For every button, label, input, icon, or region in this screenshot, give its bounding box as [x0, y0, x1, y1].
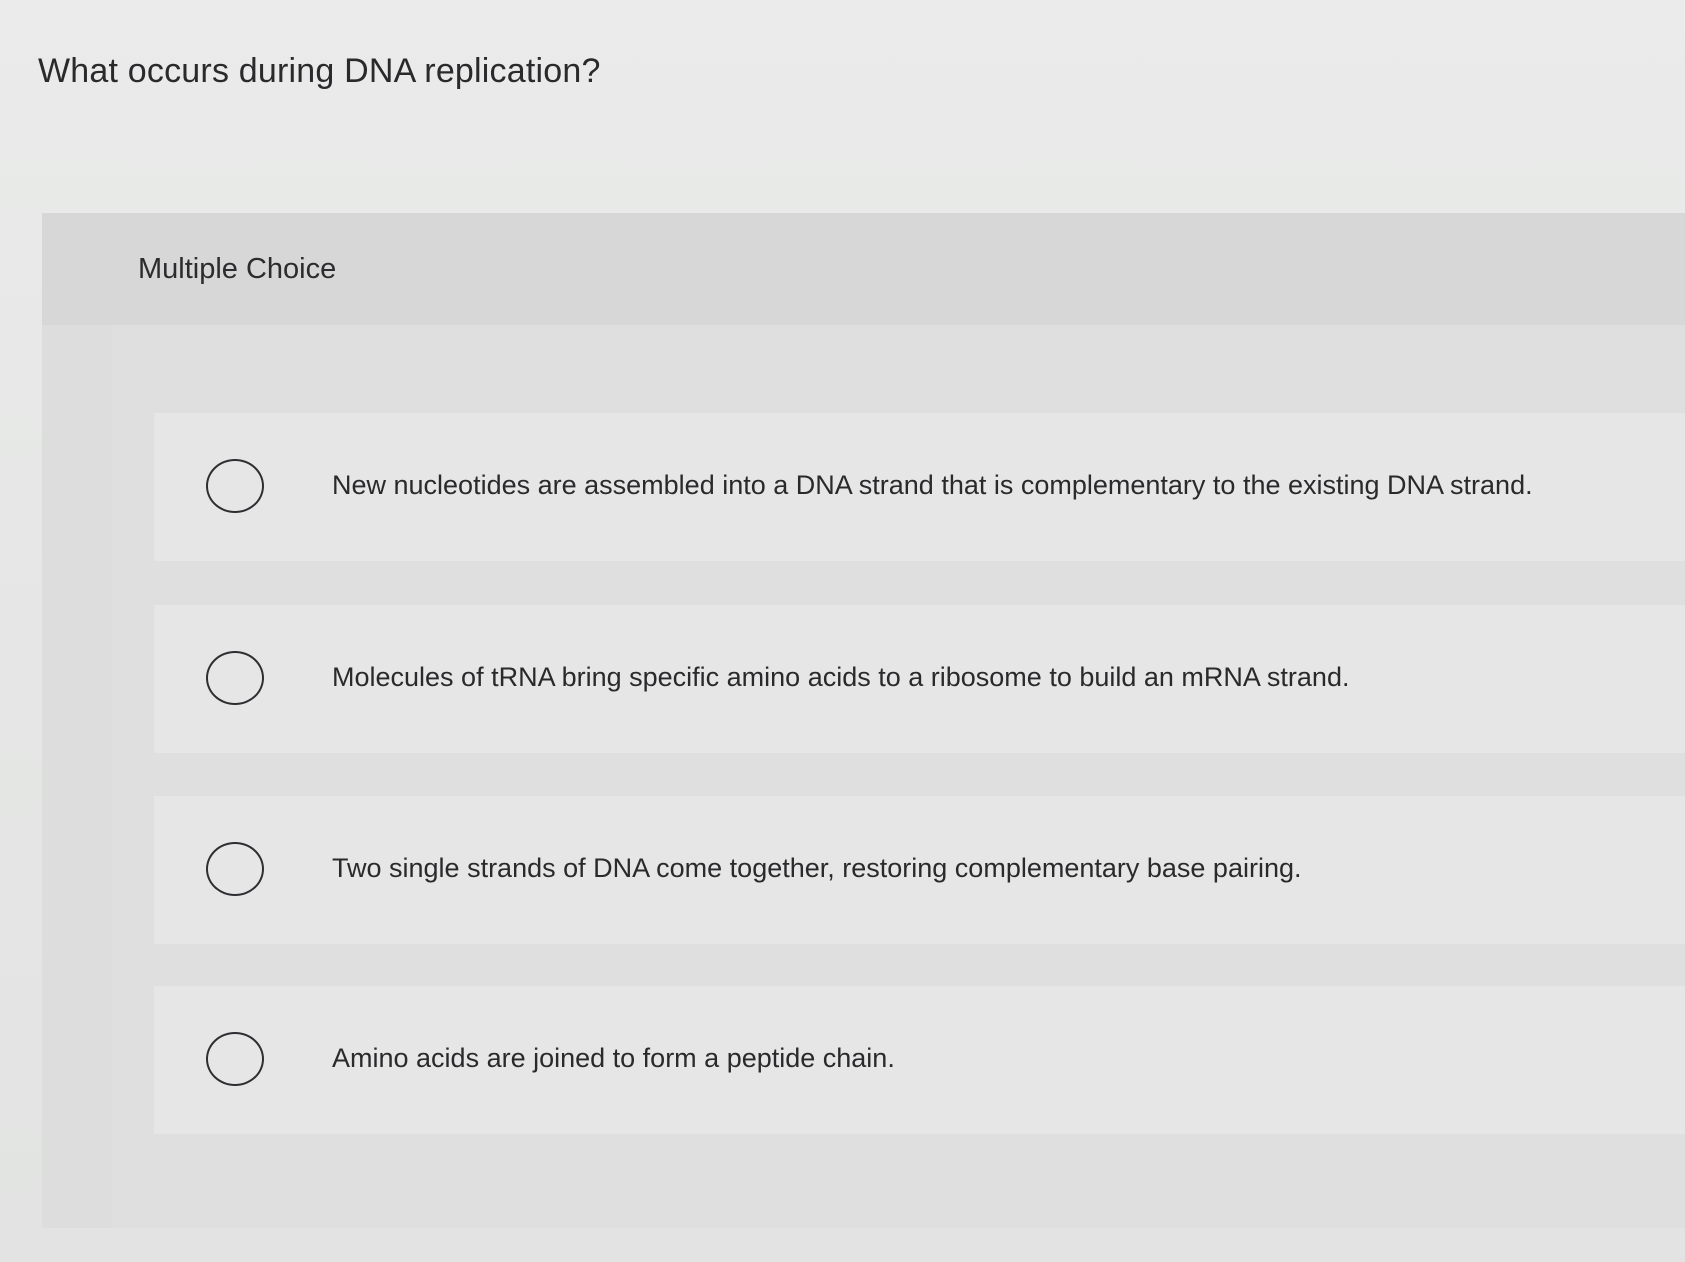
choice-list: New nucleotides are assembled into a DNA… [112, 325, 1685, 1228]
choice-option[interactable]: Molecules of tRNA bring specific amino a… [154, 605, 1685, 753]
question-text: What occurs during DNA replication? [38, 52, 601, 90]
choice-label: New nucleotides are assembled into a DNA… [332, 470, 1533, 500]
radio-button[interactable] [206, 459, 264, 513]
choice-option[interactable]: Two single strands of DNA come together,… [154, 796, 1685, 944]
radio-button[interactable] [206, 651, 264, 705]
choice-option[interactable]: New nucleotides are assembled into a DNA… [154, 413, 1685, 561]
multiple-choice-panel: Multiple Choice New nucleotides are asse… [42, 213, 1685, 1228]
page: What occurs during DNA replication? Mult… [0, 0, 1685, 1262]
radio-button[interactable] [206, 842, 264, 896]
radio-button[interactable] [206, 1032, 264, 1086]
question-type-label: Multiple Choice [138, 253, 337, 285]
choice-option[interactable]: Amino acids are joined to form a peptide… [154, 986, 1685, 1134]
choice-label: Two single strands of DNA come together,… [332, 853, 1302, 883]
choice-label: Amino acids are joined to form a peptide… [332, 1043, 895, 1073]
panel-header: Multiple Choice [42, 213, 1685, 325]
choice-label: Molecules of tRNA bring specific amino a… [332, 662, 1350, 692]
